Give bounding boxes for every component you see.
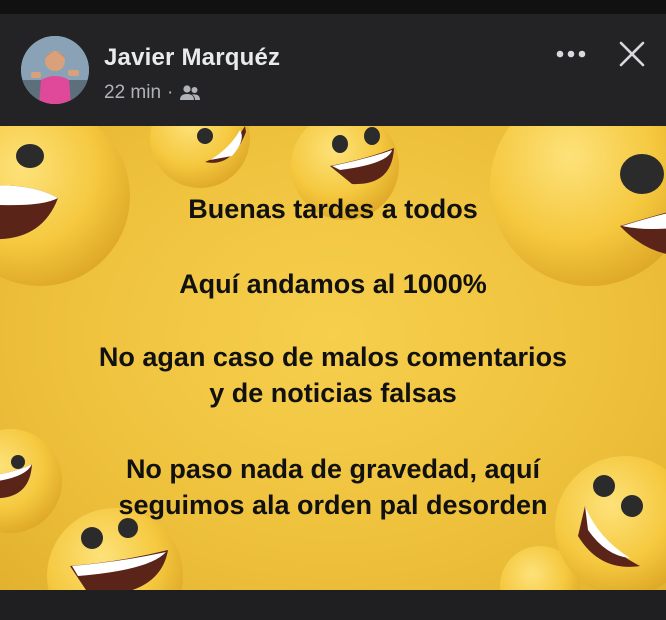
meta-separator: · (167, 82, 174, 103)
post-header: Javier Marquéz 22 min · (0, 14, 666, 126)
image-text-line: No agan caso de malos comentarios (98, 342, 568, 372)
close-button[interactable] (611, 36, 653, 72)
more-options-button[interactable] (550, 36, 592, 72)
image-text-line: Buenas tardes a todos (188, 194, 478, 224)
post-time[interactable]: 22 min (104, 82, 161, 104)
image-text-line: No paso nada de gravedad, aquí (125, 454, 541, 484)
author-name[interactable]: Javier Marquéz (104, 44, 280, 72)
close-icon (619, 41, 645, 67)
image-text-line: seguimos ala orden pal desorden (118, 490, 548, 520)
avatar[interactable] (21, 36, 89, 104)
more-horizontal-icon (556, 50, 586, 58)
image-text-line: y de noticias falsas (209, 378, 457, 408)
post-footer (0, 590, 666, 620)
image-text-line: Aquí andamos al 1000% (179, 269, 487, 299)
post-image[interactable]: Buenas tardes a todos Aquí andamos al 10… (0, 126, 666, 590)
window-top-edge (0, 0, 666, 14)
post-meta: 22 min · (104, 82, 201, 104)
post-image-text: Buenas tardes a todos Aquí andamos al 10… (0, 126, 666, 590)
friends-icon[interactable] (179, 84, 201, 102)
